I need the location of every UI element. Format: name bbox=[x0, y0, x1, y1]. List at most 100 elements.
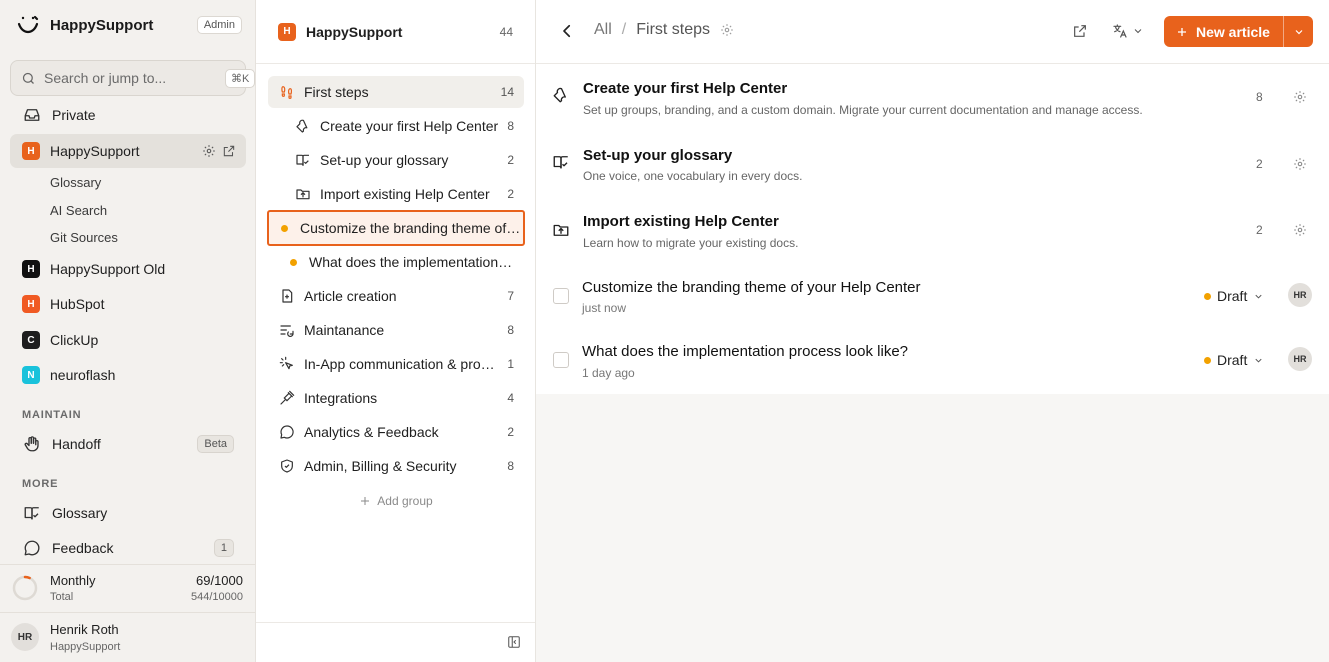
article-label: Customize the branding theme of your Hel… bbox=[300, 220, 523, 236]
row-checkbox[interactable] bbox=[553, 288, 569, 304]
external-link-icon[interactable] bbox=[1072, 23, 1088, 39]
gear-icon[interactable] bbox=[1293, 90, 1307, 104]
group-in-app[interactable]: In-App communication & proactive support… bbox=[268, 348, 524, 380]
wrench-icon bbox=[552, 86, 570, 104]
article-row[interactable]: What does the implementation process loo… bbox=[536, 327, 1329, 391]
search-icon bbox=[21, 71, 36, 86]
nav-workspace-happysupport-old[interactable]: H HappySupport Old bbox=[10, 252, 246, 286]
collection-panel: H HappySupport 44 First steps 14 Create … bbox=[256, 0, 536, 662]
list-refresh-icon bbox=[278, 321, 296, 339]
section-label-more: MORE bbox=[22, 478, 59, 490]
folder-count: 2 bbox=[1256, 157, 1263, 171]
nav-handoff[interactable]: Handoff Beta bbox=[10, 427, 246, 461]
sub-item-git-sources[interactable]: Git Sources bbox=[50, 230, 118, 245]
nav-feedback[interactable]: Feedback 1 bbox=[10, 531, 246, 565]
folder-description: One voice, one vocabulary in every docs. bbox=[583, 169, 803, 183]
folder-row[interactable]: Set-up your glossary One voice, one voca… bbox=[536, 131, 1329, 195]
add-group-label: Add group bbox=[377, 494, 433, 508]
group-first-steps[interactable]: First steps 14 bbox=[268, 76, 524, 108]
gear-icon[interactable] bbox=[1293, 157, 1307, 171]
workspace-name: HubSpot bbox=[50, 296, 105, 312]
workspace-name: HappySupport Old bbox=[50, 261, 166, 277]
breadcrumb: All / First steps bbox=[594, 21, 734, 39]
add-group-button[interactable]: Add group bbox=[256, 494, 536, 508]
folder-create-help-center[interactable]: Create your first Help Center 8 bbox=[284, 110, 524, 142]
gear-icon[interactable] bbox=[202, 144, 216, 158]
status-dropdown[interactable]: Draft bbox=[1204, 352, 1264, 368]
language-selector[interactable] bbox=[1112, 23, 1144, 39]
breadcrumb-separator: / bbox=[621, 21, 627, 38]
group-count: 8 bbox=[507, 323, 514, 337]
nav-workspace-clickup[interactable]: C ClickUp bbox=[10, 323, 246, 357]
external-link-icon[interactable] bbox=[222, 144, 236, 158]
wrench-icon bbox=[294, 117, 312, 135]
article-branding-draft[interactable]: Customize the branding theme of your Hel… bbox=[267, 210, 525, 246]
new-article-dropdown[interactable] bbox=[1283, 16, 1313, 47]
nav-handoff-label: Handoff bbox=[52, 436, 101, 452]
folder-label: Set-up your glossary bbox=[320, 152, 449, 168]
group-count: 2 bbox=[507, 425, 514, 439]
shield-check-icon bbox=[278, 457, 296, 475]
folder-import[interactable]: Import existing Help Center 2 bbox=[284, 178, 524, 210]
article-implementation-draft[interactable]: What does the implementation process loo… bbox=[284, 246, 524, 278]
collapse-panel-icon[interactable] bbox=[507, 635, 521, 649]
new-article-button[interactable]: New article bbox=[1164, 16, 1313, 47]
panel-footer bbox=[256, 622, 535, 662]
folder-count: 8 bbox=[507, 119, 514, 133]
row-checkbox[interactable] bbox=[553, 352, 569, 368]
avatar: HR bbox=[11, 623, 39, 651]
nav-workspace-hubspot[interactable]: H HubSpot bbox=[10, 287, 246, 321]
group-integrations[interactable]: Integrations 4 bbox=[268, 382, 524, 414]
nav-workspace-neuroflash[interactable]: N neuroflash bbox=[10, 358, 246, 392]
book-check-icon bbox=[294, 151, 312, 169]
article-title: Customize the branding theme of your Hel… bbox=[582, 279, 921, 296]
folder-row[interactable]: Import existing Help Center Learn how to… bbox=[536, 197, 1329, 261]
folder-glossary[interactable]: Set-up your glossary 2 bbox=[284, 144, 524, 176]
chevron-down-icon bbox=[1253, 355, 1264, 366]
folder-row[interactable]: Create your first Help Center Set up gro… bbox=[536, 64, 1329, 128]
folder-label: Create your first Help Center bbox=[320, 118, 499, 134]
usage-monthly-label: Monthly bbox=[50, 573, 96, 588]
book-check-icon bbox=[22, 503, 42, 523]
hand-icon bbox=[22, 434, 42, 454]
nav-glossary-label: Glossary bbox=[52, 505, 108, 521]
group-admin[interactable]: Admin, Billing & Security 8 bbox=[268, 450, 524, 482]
user-profile[interactable]: HR Henrik Roth HappySupport bbox=[0, 612, 255, 662]
group-count: 8 bbox=[507, 459, 514, 473]
nav-glossary[interactable]: Glossary bbox=[10, 496, 246, 530]
group-count: 1 bbox=[507, 357, 514, 371]
group-analytics[interactable]: Analytics & Feedback 2 bbox=[268, 416, 524, 448]
chevron-down-icon bbox=[1253, 291, 1264, 302]
group-label: Admin, Billing & Security bbox=[304, 458, 457, 474]
folder-label: Import existing Help Center bbox=[320, 186, 490, 202]
usage-total-value: 544/10000 bbox=[191, 591, 243, 603]
folder-count: 2 bbox=[507, 187, 514, 201]
workspace-name: ClickUp bbox=[50, 332, 99, 348]
group-count: 14 bbox=[500, 85, 514, 99]
search-input[interactable] bbox=[44, 70, 225, 86]
gear-icon[interactable] bbox=[720, 23, 734, 37]
back-arrow-icon[interactable] bbox=[558, 22, 576, 40]
brand[interactable]: HappySupport Admin bbox=[16, 12, 242, 38]
sub-item-glossary[interactable]: Glossary bbox=[50, 175, 101, 190]
search-box[interactable]: ⌘K bbox=[10, 60, 256, 96]
folder-title: Import existing Help Center bbox=[583, 213, 779, 230]
folder-count: 2 bbox=[1256, 223, 1263, 237]
group-article-creation[interactable]: Article creation 7 bbox=[268, 280, 524, 312]
breadcrumb-root[interactable]: All bbox=[594, 21, 612, 39]
nav-private[interactable]: Private bbox=[10, 98, 246, 132]
folder-title: Create your first Help Center bbox=[583, 80, 788, 97]
status-dropdown[interactable]: Draft bbox=[1204, 288, 1264, 304]
group-label: Integrations bbox=[304, 390, 378, 406]
new-article-main[interactable]: New article bbox=[1164, 24, 1283, 40]
nav-workspace-happysupport[interactable]: H HappySupport bbox=[10, 134, 246, 168]
sub-item-ai-search[interactable]: AI Search bbox=[50, 203, 107, 218]
chat-bubble-icon bbox=[22, 538, 42, 558]
file-plus-icon bbox=[278, 287, 296, 305]
sidebar: HappySupport Admin ⌘K Private H HappySup… bbox=[0, 0, 256, 662]
article-row[interactable]: Customize the branding theme of your Hel… bbox=[536, 263, 1329, 327]
gear-icon[interactable] bbox=[1293, 223, 1307, 237]
article-timestamp: just now bbox=[582, 301, 627, 315]
group-maintanance[interactable]: Maintanance 8 bbox=[268, 314, 524, 346]
inbox-icon bbox=[22, 105, 42, 125]
